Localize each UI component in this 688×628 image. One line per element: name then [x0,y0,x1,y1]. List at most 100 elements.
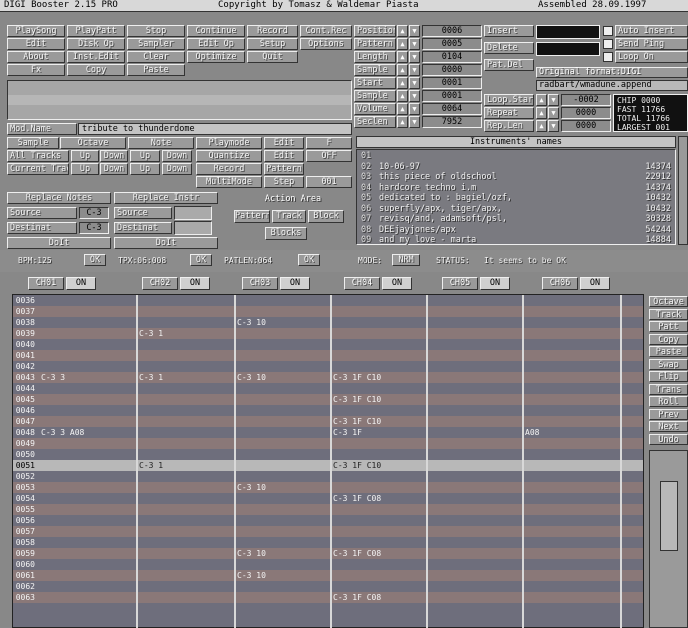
table-row[interactable] [13,372,643,383]
sampler-button[interactable]: Sampler [127,38,185,50]
edit-row1-down[interactable]: Down [100,150,128,162]
note-cell[interactable]: C-3 3 A08 [41,427,84,438]
replace-instr-button[interactable]: Replace Instr [114,192,218,204]
record-button[interactable]: Record [247,25,298,37]
note-cell[interactable]: C-3 1 [139,460,163,471]
note-cell[interactable]: C-3 10 [237,482,266,493]
table-row[interactable] [13,548,643,559]
instruments-scrollbar[interactable] [678,136,688,245]
quit-button[interactable]: Quit [247,51,298,63]
arrow-down-icon[interactable]: ▼ [548,120,559,132]
pattern-scroll-area[interactable] [649,450,688,628]
optimize-button[interactable]: Optimize [187,51,245,63]
instrument-item[interactable]: 03 this piece of oldschool 22912 [361,172,671,182]
edit-edit[interactable]: Edit [264,137,304,149]
arrow-up-icon[interactable]: ▲ [536,94,547,106]
note-cell[interactable]: C-3 1F [333,427,362,438]
edit-row3-001[interactable]: 001 [306,176,352,188]
note-cell[interactable]: C-3 10 [237,317,266,328]
arrow-up-icon[interactable]: ▲ [397,90,408,102]
edit-row2-down[interactable]: Down [162,163,192,175]
fx-button[interactable]: Fx [7,64,65,76]
tpx-ok-button[interactable]: OK [190,254,212,266]
tool-paste-button[interactable]: Paste [649,346,688,357]
arrow-down-icon[interactable]: ▼ [409,116,420,128]
edit-row1-down[interactable]: Down [162,150,192,162]
arrow-up-icon[interactable]: ▲ [397,64,408,76]
edit-row3-step[interactable]: Step [264,176,304,188]
action-block-button[interactable]: Block [308,210,344,223]
cont-rec-button[interactable]: Cont.Rec [300,25,352,37]
instrument-item[interactable]: 02 10-06-97 14374 [361,162,671,172]
table-row[interactable] [13,493,643,504]
table-row[interactable] [13,361,643,372]
source-instr-value[interactable] [174,206,212,220]
edit-row2-up[interactable]: Up [71,163,99,175]
table-row[interactable] [13,570,643,581]
table-row[interactable] [13,383,643,394]
table-row[interactable] [13,581,643,592]
arrow-up-icon[interactable]: ▲ [536,107,547,119]
arrow-down-icon[interactable]: ▼ [409,103,420,115]
arrow-up-icon[interactable]: ▲ [397,77,408,89]
note-cell[interactable]: C-3 1F C08 [333,493,381,504]
source-note[interactable]: C-3 [79,207,109,219]
note-cell[interactable]: A08 [525,427,539,438]
tool-octave-button[interactable]: Octave [649,296,688,307]
table-row[interactable] [13,537,643,548]
current-row[interactable] [13,460,643,471]
instrument-item[interactable]: 09 and my love - marta 14884 [361,235,671,245]
continue-button[interactable]: Continue [187,25,245,37]
edit-op-button[interactable]: Edit Op [187,38,245,50]
bpm-ok-button[interactable]: OK [84,254,106,266]
arrow-up-icon[interactable]: ▲ [397,51,408,63]
doit-notes-button[interactable]: DoIt [7,237,111,249]
inst-edit-button[interactable]: Inst.Edit [67,51,125,63]
arrow-down-icon[interactable]: ▼ [409,25,420,37]
setup-button[interactable]: Setup [247,38,298,50]
loop-value-repeat[interactable]: 0000 [561,107,611,119]
arrow-down-icon[interactable]: ▼ [409,64,420,76]
edit-row2-record[interactable]: Record [196,163,262,175]
destination-instr-value[interactable] [174,221,212,235]
edit-octave[interactable]: Octave [60,137,126,149]
note-cell[interactable]: C-3 10 [237,372,266,383]
arrow-down-icon[interactable]: ▼ [548,94,559,106]
tool-flip-button[interactable]: Flip [649,371,688,382]
table-row[interactable] [13,438,643,449]
instrument-item[interactable]: 05 dedicated to : bagiel/ozf, 10432 [361,193,671,203]
tool-next-button[interactable]: Next [649,421,688,432]
param-value-sample[interactable]: 0000 [422,64,482,76]
param-value-seclen[interactable]: 7952 [422,116,482,128]
replace-notes-button[interactable]: Replace Notes [7,192,111,204]
edit-row1-up[interactable]: Up [71,150,99,162]
edit-row2-current-track[interactable]: Current Track [7,163,69,175]
note-cell[interactable]: C-3 1F C10 [333,460,381,471]
note-cell[interactable]: C-3 1 [139,328,163,339]
pattern-editor[interactable]: 0036 0037 0038 C-3 10 0039 C-3 1 0040 0041 0042 0… [12,294,644,628]
mod-name-field[interactable]: tribute to thunderdome [78,123,352,135]
tool-patt-button[interactable]: Patt [649,321,688,332]
arrow-up-icon[interactable]: ▲ [397,25,408,37]
arrow-up-icon[interactable]: ▲ [536,120,547,132]
pattern-scroll-thumb[interactable] [660,481,678,551]
instrument-item[interactable]: 01 [361,151,621,161]
table-row[interactable] [13,449,643,460]
edit-row2-down[interactable]: Down [100,163,128,175]
note-cell[interactable]: C-3 1F C10 [333,394,381,405]
options-button[interactable]: Options [300,38,352,50]
note-cell[interactable]: C-3 1F C10 [333,416,381,427]
arrow-up-icon[interactable]: ▲ [397,38,408,50]
mode-button[interactable]: NRM [392,254,420,266]
patlen-ok-button[interactable]: OK [298,254,320,266]
note-cell[interactable]: C-3 1F C10 [333,372,381,383]
arrow-down-icon[interactable]: ▼ [548,107,559,119]
note-cell[interactable]: C-3 1F C08 [333,592,381,603]
table-row[interactable] [13,471,643,482]
note-cell[interactable]: C-3 1F C08 [333,548,381,559]
channel-6-toggle[interactable]: ON [580,277,610,290]
param-value-pattern[interactable]: 0005 [422,38,482,50]
edit-row2-pattern[interactable]: Pattern [264,163,304,175]
checkbox-send-ping[interactable] [603,39,613,49]
tool-track-button[interactable]: Track [649,308,688,320]
